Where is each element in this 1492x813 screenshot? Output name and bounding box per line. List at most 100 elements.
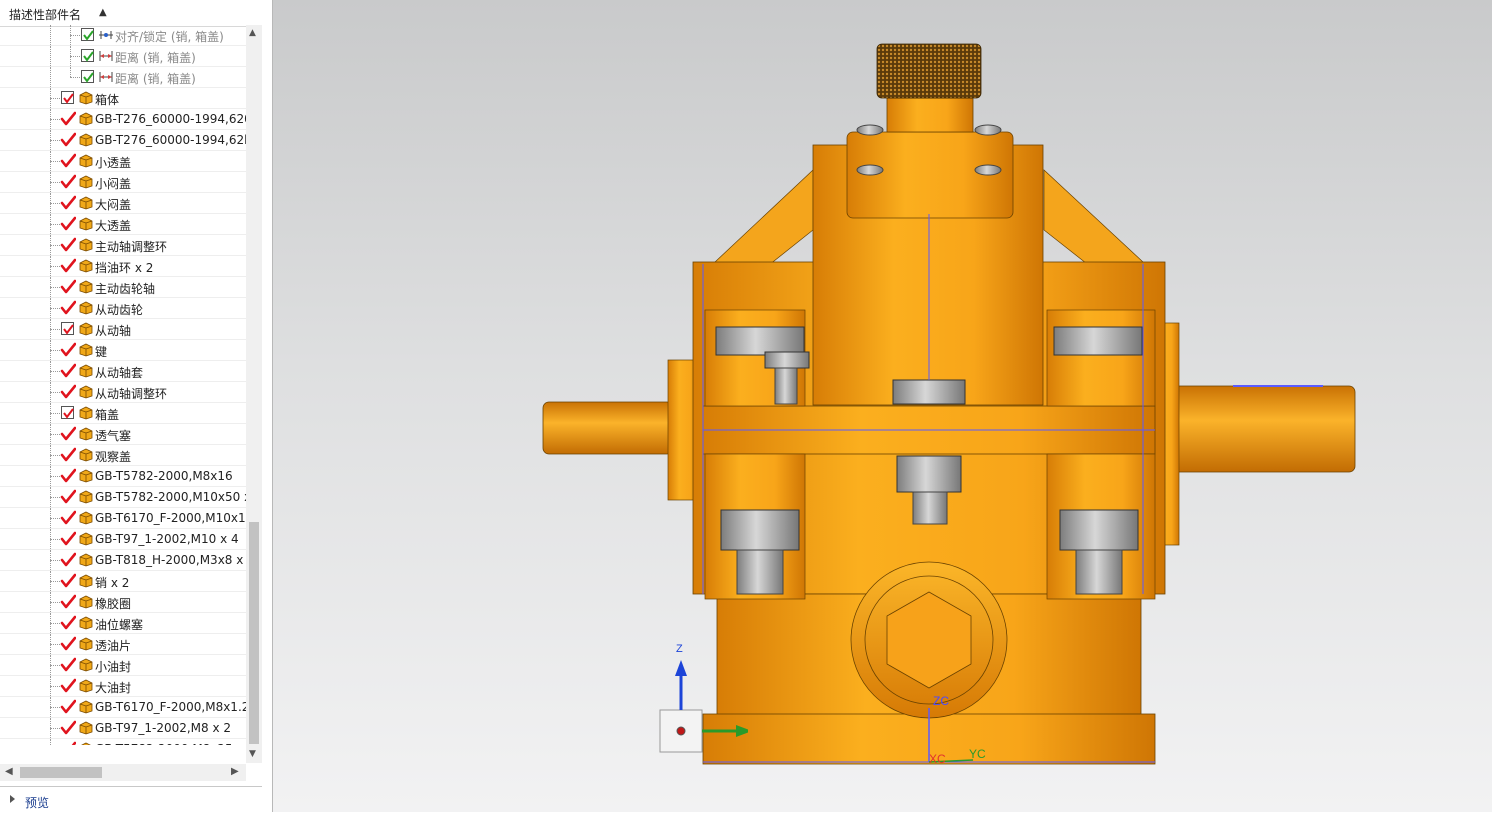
checkmark-icon[interactable] — [60, 237, 77, 253]
tree-row[interactable]: GB-T818_H-2000,M3x8 x 4 — [0, 550, 246, 571]
tree-row[interactable]: 箱盖 — [0, 403, 246, 424]
horizontal-scroll-thumb[interactable] — [20, 767, 102, 778]
tree-row[interactable]: 从动齿轮 — [0, 298, 246, 319]
part-icon — [79, 595, 93, 609]
vertical-scrollbar[interactable]: ▲ ▼ — [246, 25, 262, 763]
expand-triangle-icon[interactable] — [10, 795, 15, 803]
tree-row-label: 从动轴套 — [95, 366, 144, 380]
tree-row[interactable]: GB-T276_60000-1994,62l2 — [0, 130, 246, 151]
checkmark-icon[interactable] — [60, 279, 77, 295]
checkmark-icon[interactable] — [60, 426, 77, 442]
checkmark-icon[interactable] — [60, 594, 77, 610]
checkmark-icon[interactable] — [60, 552, 77, 568]
preview-label[interactable]: 预览 — [25, 794, 49, 811]
tree-row[interactable]: 透油片 — [0, 634, 246, 655]
tree-row-label: 大闷盖 — [95, 198, 132, 212]
tree-row[interactable]: 小透盖 — [0, 151, 246, 172]
scroll-up-icon[interactable]: ▲ — [249, 28, 256, 38]
tree-row-label: 从动轴调整环 — [95, 387, 168, 401]
tree-row[interactable]: 从动轴调整环 — [0, 382, 246, 403]
bolt-head-left — [715, 326, 805, 356]
tree-row[interactable]: GB-T97_1-2002,M10 x 4 — [0, 529, 246, 550]
tree-row[interactable]: GB-T5782-2000,M10x50 x — [0, 487, 246, 508]
tree-row-label: 小闷盖 — [95, 177, 132, 191]
tree-row[interactable]: 透气塞 — [0, 424, 246, 445]
visibility-checkbox[interactable] — [81, 28, 94, 41]
checkmark-icon[interactable] — [60, 468, 77, 484]
scroll-down-icon[interactable]: ▼ — [249, 749, 256, 759]
checkmark-icon[interactable] — [60, 384, 77, 400]
tree-row[interactable]: GB-T97_1-2002,M8 x 2 — [0, 718, 246, 739]
part-icon — [79, 427, 93, 441]
checkmark-icon[interactable] — [60, 678, 77, 694]
part-icon — [79, 511, 93, 525]
assembly-tree: 对齐/锁定 (销, 箱盖) 距离 (销, 箱盖) 距离 (销, 箱盖) 箱体 GB-T2… — [0, 25, 246, 745]
preview-section[interactable]: 预览 — [0, 786, 262, 813]
checkmark-icon[interactable] — [60, 636, 77, 652]
visibility-checkbox[interactable] — [61, 406, 74, 419]
checkmark-icon[interactable] — [60, 195, 77, 211]
checkmark-icon[interactable] — [60, 531, 77, 547]
tree-row[interactable]: GB-T5782-2000,M8x16 — [0, 466, 246, 487]
checkmark-icon[interactable] — [60, 258, 77, 274]
part-navigator-panel: 描述性部件名 ▲ 对齐/锁定 (销, 箱盖) 距离 (销, 箱盖) 距离 (销, 箱… — [0, 0, 273, 813]
column-title[interactable]: 描述性部件名 — [9, 6, 81, 23]
checkmark-icon[interactable] — [60, 300, 77, 316]
checkmark-icon[interactable] — [60, 153, 77, 169]
column-header[interactable]: 描述性部件名 ▲ — [0, 0, 262, 27]
checkmark-icon[interactable] — [60, 699, 77, 715]
checkmark-icon[interactable] — [60, 720, 77, 736]
tree-row[interactable]: 对齐/锁定 (销, 箱盖) — [0, 25, 246, 46]
tree-row[interactable]: 观察盖 — [0, 445, 246, 466]
visibility-checkbox[interactable] — [81, 49, 94, 62]
tree-row[interactable]: GB-T6170_F-2000,M8x1.25 — [0, 697, 246, 718]
scroll-left-icon[interactable]: ◀ — [5, 766, 13, 777]
tree-row[interactable]: 小闷盖 — [0, 172, 246, 193]
checkmark-icon[interactable] — [60, 111, 77, 127]
checkmark-icon[interactable] — [60, 657, 77, 673]
vertical-scroll-thumb[interactable] — [249, 522, 259, 744]
view-triad[interactable]: Z Y — [628, 640, 748, 755]
tree-row[interactable]: 大油封 — [0, 676, 246, 697]
tree-row[interactable]: GB-T6170_F-2000,M10x1.5 — [0, 508, 246, 529]
checkmark-icon[interactable] — [60, 447, 77, 463]
tree-row[interactable]: 主动齿轮轴 — [0, 277, 246, 298]
checkmark-icon[interactable] — [60, 342, 77, 358]
tree-row[interactable]: GB-T276_60000-1994,6202 — [0, 109, 246, 130]
tree-row[interactable]: 大闷盖 — [0, 193, 246, 214]
tree-row[interactable]: 销 x 2 — [0, 571, 246, 592]
checkmark-icon[interactable] — [60, 615, 77, 631]
part-icon — [79, 406, 93, 420]
visibility-checkbox[interactable] — [81, 70, 94, 83]
checkmark-icon[interactable] — [60, 573, 77, 589]
tree-row[interactable]: 主动轴调整环 — [0, 235, 246, 256]
tree-row[interactable]: 挡油环 x 2 — [0, 256, 246, 277]
sort-ascending-icon[interactable]: ▲ — [99, 7, 107, 18]
tree-row-label: 键 — [95, 345, 108, 359]
part-icon — [79, 700, 93, 714]
checkmark-icon[interactable] — [60, 363, 77, 379]
checkmark-icon[interactable] — [60, 132, 77, 148]
tree-row[interactable]: 从动轴套 — [0, 361, 246, 382]
tree-row[interactable]: 键 — [0, 340, 246, 361]
checkmark-icon[interactable] — [60, 174, 77, 190]
checkmark-icon[interactable] — [60, 741, 77, 745]
tree-row[interactable]: 小油封 — [0, 655, 246, 676]
checkmark-icon[interactable] — [60, 489, 77, 505]
scroll-right-icon[interactable]: ▶ — [231, 766, 239, 777]
tree-row[interactable]: 油位螺塞 — [0, 613, 246, 634]
part-icon — [79, 553, 93, 567]
graphics-viewport[interactable]: ZC XC YC Z Y — [273, 0, 1492, 812]
tree-row[interactable]: 距离 (销, 箱盖) — [0, 67, 246, 88]
tree-row[interactable]: 箱体 — [0, 88, 246, 109]
tree-row[interactable]: 从动轴 — [0, 319, 246, 340]
horizontal-scrollbar[interactable]: ◀ ▶ — [0, 764, 246, 781]
tree-row[interactable]: 橡胶圈 — [0, 592, 246, 613]
tree-row[interactable]: GB-T5782-2000,M8x25 x 2 — [0, 739, 246, 745]
visibility-checkbox[interactable] — [61, 322, 74, 335]
checkmark-icon[interactable] — [60, 510, 77, 526]
visibility-checkbox[interactable] — [61, 91, 74, 104]
tree-row[interactable]: 距离 (销, 箱盖) — [0, 46, 246, 67]
checkmark-icon[interactable] — [60, 216, 77, 232]
tree-row[interactable]: 大透盖 — [0, 214, 246, 235]
